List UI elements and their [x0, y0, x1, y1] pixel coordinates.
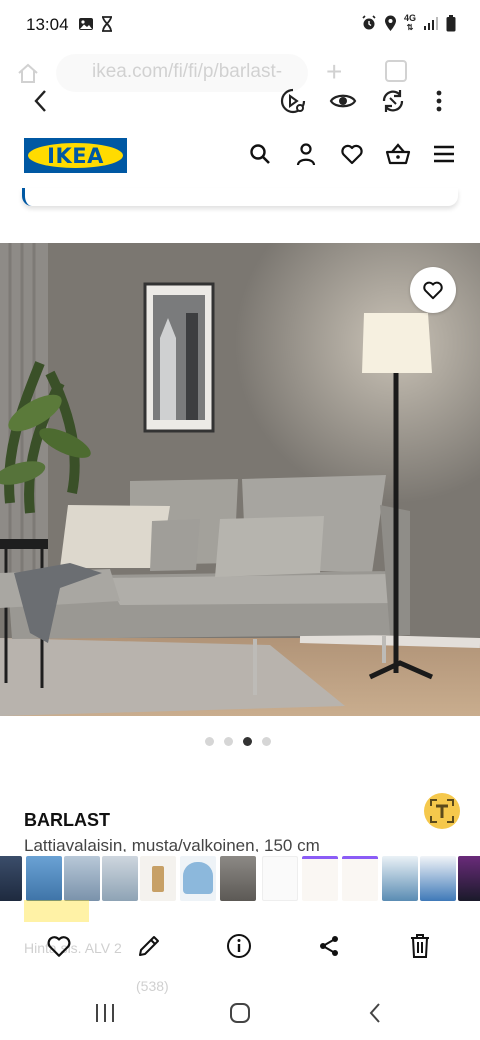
thumbnail[interactable]	[26, 856, 62, 901]
product-name: BARLAST	[24, 810, 110, 830]
back-arrow-icon[interactable]	[24, 84, 58, 118]
thumbnail[interactable]	[420, 856, 456, 901]
viewer-toolbar	[0, 76, 480, 126]
share-icon[interactable]	[313, 930, 345, 962]
back-icon[interactable]	[360, 998, 390, 1028]
carousel-dots	[205, 737, 271, 746]
bottom-action-bar	[0, 918, 480, 976]
more-vert-icon[interactable]	[422, 84, 456, 118]
thumbnail[interactable]	[180, 856, 216, 901]
carousel-dot[interactable]	[243, 737, 252, 746]
product-image[interactable]	[0, 243, 480, 716]
network-label: 4G	[403, 13, 416, 23]
heart-icon[interactable]	[338, 140, 366, 168]
thumbnail[interactable]	[140, 856, 176, 901]
battery-icon	[446, 14, 456, 31]
thumbnail[interactable]	[64, 856, 100, 901]
basket-icon[interactable]	[384, 140, 412, 168]
ikea-logo[interactable]: IKEA	[24, 138, 127, 173]
thumbnail[interactable]	[102, 856, 138, 901]
heart-icon	[423, 281, 443, 300]
thumbnail[interactable]	[302, 856, 338, 901]
system-nav-bar	[0, 986, 480, 1040]
alarm-icon	[362, 15, 376, 30]
thumbnail[interactable]	[382, 856, 418, 901]
translate-icon	[430, 799, 454, 823]
ikea-header: IKEA	[0, 126, 480, 186]
heart-outline-icon[interactable]	[43, 930, 75, 962]
thumbnail[interactable]	[262, 856, 298, 901]
thumbnail[interactable]	[342, 856, 378, 901]
info-icon[interactable]	[223, 930, 255, 962]
network-4g-icon: 4G ⇅	[403, 13, 416, 33]
translate-button[interactable]	[424, 793, 460, 829]
rotate-icon[interactable]	[376, 84, 410, 118]
recents-icon[interactable]	[90, 998, 120, 1028]
banner-edge	[22, 188, 458, 206]
eye-icon[interactable]	[326, 84, 360, 118]
edit-icon[interactable]	[133, 930, 165, 962]
thumbnail[interactable]	[220, 856, 256, 901]
ikea-logo-text: IKEA	[47, 143, 104, 168]
status-bar: 13:04 4G ⇅	[0, 0, 480, 52]
search-icon[interactable]	[246, 140, 274, 168]
carousel-dot[interactable]	[224, 737, 233, 746]
add-to-favourites-button[interactable]	[410, 267, 456, 313]
status-time: 13:04	[26, 15, 69, 34]
image-icon	[79, 18, 93, 30]
delete-icon[interactable]	[404, 930, 436, 962]
carousel-dot[interactable]	[262, 737, 271, 746]
product-description: Lattiavalaisin, musta/valkoinen, 150 cm	[24, 836, 320, 852]
thumbnail-strip	[0, 853, 480, 903]
thumbnail[interactable]	[458, 856, 480, 901]
carousel-dot[interactable]	[205, 737, 214, 746]
signal-icon	[424, 17, 438, 30]
hourglass-icon	[102, 16, 112, 32]
menu-icon[interactable]	[430, 140, 458, 168]
home-icon[interactable]	[225, 998, 255, 1028]
video-search-icon[interactable]	[276, 84, 310, 118]
location-icon	[384, 15, 396, 31]
thumbnail[interactable]	[0, 856, 22, 901]
user-icon[interactable]	[292, 140, 320, 168]
